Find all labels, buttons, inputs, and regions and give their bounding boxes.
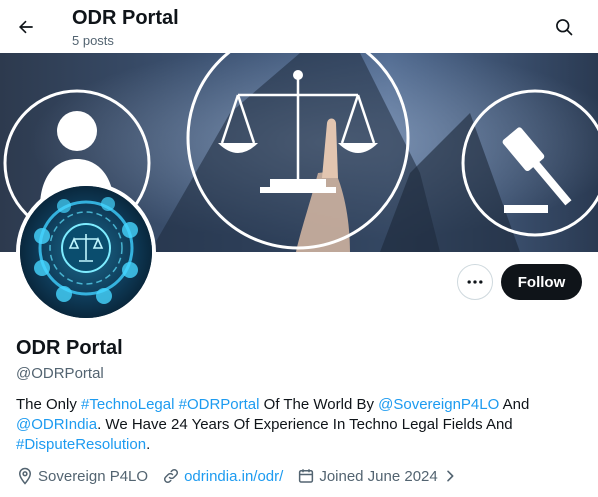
profile-meta: Sovereign P4LO odrindia.in/odr/ Joined J… xyxy=(16,466,472,486)
website-link[interactable]: odrindia.in/odr/ xyxy=(184,468,283,485)
joined-item[interactable]: Joined June 2024 xyxy=(297,467,457,485)
back-button[interactable] xyxy=(10,11,42,43)
chevron-right-icon xyxy=(446,470,454,482)
search-icon xyxy=(556,19,573,36)
bio-text: Of The World By xyxy=(259,396,379,413)
link-icon xyxy=(164,468,179,484)
location-item: Sovereign P4LO xyxy=(16,467,148,485)
profile-handle: @ODRPortal xyxy=(16,365,104,382)
profile-avatar[interactable] xyxy=(16,182,156,322)
bio-text: And xyxy=(499,396,530,413)
location-pin-icon xyxy=(18,467,32,485)
mention-odrindia[interactable]: @ODRIndia xyxy=(16,416,97,433)
top-bar: ODR Portal 5 posts xyxy=(0,0,598,53)
profile-bio: The Only #TechnoLegal #ODRPortal Of The … xyxy=(16,395,586,455)
bio-text: . We Have 24 Years Of Experience In Tech… xyxy=(97,416,513,433)
calendar-icon xyxy=(299,469,314,483)
search-button[interactable] xyxy=(548,11,580,43)
more-options-button[interactable] xyxy=(457,264,493,300)
profile-name: ODR Portal xyxy=(16,337,123,359)
bio-text: . xyxy=(146,436,151,453)
mention-sovereignp4lo[interactable]: @SovereignP4LO xyxy=(378,396,499,413)
bio-text: The Only xyxy=(16,396,82,413)
website-item[interactable]: odrindia.in/odr/ xyxy=(162,467,283,485)
header-title: ODR Portal xyxy=(72,7,179,29)
follow-button[interactable]: Follow xyxy=(501,264,582,300)
joined-text: Joined June 2024 xyxy=(319,467,438,485)
avatar-image xyxy=(20,186,152,318)
location-text: Sovereign P4LO xyxy=(38,467,149,485)
hashtag-technolegal[interactable]: #TechnoLegal xyxy=(81,396,174,413)
post-count: 5 posts xyxy=(72,33,114,48)
hashtag-disputeresolution[interactable]: #DisputeResolution xyxy=(16,436,146,453)
arrow-left-icon xyxy=(19,20,33,34)
hashtag-odrportal[interactable]: #ODRPortal xyxy=(179,396,260,413)
more-icon xyxy=(467,280,483,284)
